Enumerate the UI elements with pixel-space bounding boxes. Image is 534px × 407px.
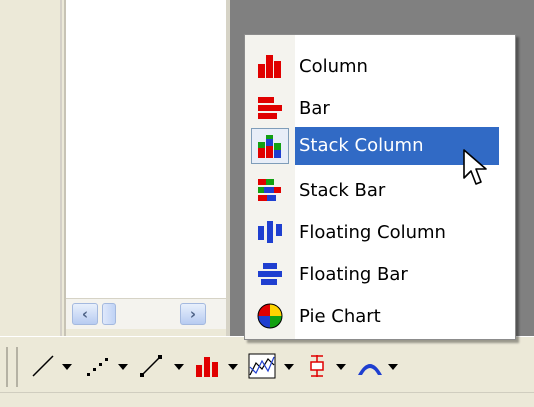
- chevron-down-icon[interactable]: [388, 363, 398, 371]
- stack-bar-chart-icon: [251, 172, 289, 208]
- floating-bar-chart-icon: [251, 256, 289, 292]
- area-chart-icon[interactable]: [248, 351, 276, 381]
- menu-item-column[interactable]: Column: [251, 47, 509, 85]
- scroll-right-button[interactable]: ›: [180, 303, 206, 325]
- menu-item-bar[interactable]: Bar: [251, 89, 509, 127]
- column-chart-icon[interactable]: [194, 351, 220, 381]
- status-area: [0, 392, 534, 407]
- chevron-down-icon[interactable]: [174, 363, 184, 371]
- menu-item-label: Column: [299, 55, 368, 77]
- horizontal-scrollbar[interactable]: ‹ ›: [66, 298, 226, 329]
- bar-chart-icon: [251, 90, 289, 126]
- chevron-down-icon[interactable]: [118, 363, 128, 371]
- toolbar-grip[interactable]: [6, 347, 18, 387]
- dotted-line-tool-icon[interactable]: [84, 351, 110, 381]
- menu-item-label: Floating Bar: [299, 263, 408, 285]
- menu-item-floating-bar[interactable]: Floating Bar: [251, 255, 509, 293]
- curve-tool-icon[interactable]: [356, 351, 384, 381]
- left-panel: [0, 0, 66, 336]
- mouse-pointer-icon: [462, 148, 488, 193]
- floating-column-chart-icon: [251, 214, 289, 250]
- menu-item-label: Bar: [299, 97, 330, 119]
- stack-column-chart-icon: [251, 128, 289, 164]
- menu-item-label: Pie Chart: [299, 305, 381, 327]
- panel-divider: [60, 0, 62, 336]
- scroll-thumb[interactable]: [102, 303, 116, 325]
- menu-item-label: Floating Column: [299, 221, 446, 243]
- pie-chart-icon: [251, 298, 289, 334]
- scroll-left-button[interactable]: ‹: [72, 303, 98, 325]
- menu-item-floating-column[interactable]: Floating Column: [251, 213, 509, 251]
- column-chart-icon: [251, 48, 289, 84]
- chevron-down-icon[interactable]: [284, 363, 294, 371]
- line-tool-icon[interactable]: [30, 351, 56, 381]
- chevron-down-icon[interactable]: [228, 363, 238, 371]
- menu-item-label: Stack Bar: [299, 179, 386, 201]
- chevron-down-icon[interactable]: [62, 363, 72, 371]
- scatter-line-tool-icon[interactable]: [138, 351, 164, 381]
- menu-item-pie-chart[interactable]: Pie Chart: [251, 297, 509, 335]
- list-pane: [66, 0, 226, 298]
- chart-toolbar: [0, 336, 534, 393]
- chevron-down-icon[interactable]: [336, 363, 346, 371]
- error-bar-icon[interactable]: [306, 351, 328, 381]
